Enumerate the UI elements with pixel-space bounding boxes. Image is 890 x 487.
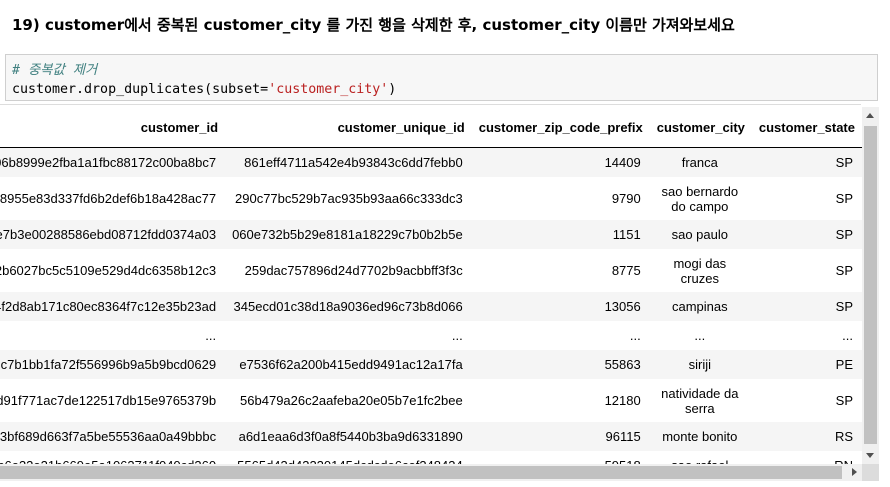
cell-customer-unique-id: ... [451, 328, 463, 343]
cell-zip: 8775 [611, 263, 641, 278]
scroll-right-arrow-icon[interactable] [852, 468, 857, 476]
cell-zip: 1151 [612, 227, 641, 242]
cell-city: monte bonito [662, 429, 738, 444]
cell-state: ... [842, 328, 853, 343]
table-row: 4e7b3e00288586ebd08712fdd0374a03 060e732… [0, 220, 862, 249]
cell-customer-unique-id: 345ecd01c38d18a9036ed96c73b8d066 [233, 299, 463, 314]
cell-city: siriji [688, 357, 711, 372]
cell-customer-id: 4f2d8ab171c80ec8364f7c12e35b23ad [0, 299, 217, 314]
header-customer-id: customer_id [0, 107, 226, 148]
cell-state: RS [834, 429, 853, 444]
cell-city: campinas [671, 299, 728, 314]
cell-customer-id: ... [205, 328, 217, 343]
table-row: d91f771ac7de122517db15e9765379b 56b479a2… [0, 379, 862, 422]
cell-city: sao rafael [650, 451, 752, 464]
cell-customer-unique-id: 5565d43d43220145dcdcde6cef348434 [225, 451, 472, 464]
cell-zip: 96115 [605, 429, 641, 444]
header-customer-zip-code-prefix: customer_zip_code_prefix [471, 107, 650, 148]
cell-zip: 12180 [604, 393, 641, 408]
code-string-arg: 'customer_city' [268, 82, 389, 97]
table-row: 18955e83d337fd6b2def6b18a428ac77 290c77b… [0, 177, 862, 220]
header-customer-state: customer_state [751, 107, 862, 148]
cell-city: sao bernardo do campo [661, 183, 739, 214]
cell-zip: 9790 [611, 191, 641, 206]
dataframe-table: customer_id customer_unique_id customer_… [0, 107, 862, 464]
header-customer-unique-id: customer_unique_id [225, 107, 472, 148]
table-row: a3bf689d663f7a5be55536aa0a49bbbc a6d1eaa… [0, 422, 862, 451]
cell-city: natividade da serra [661, 385, 739, 416]
table-row: ab6e32e21b669e5a1063711f040cd360 5565d43… [0, 451, 862, 464]
cell-customer-id: 18955e83d337fd6b2def6b18a428ac77 [0, 191, 217, 206]
code-comment: # 중복값 제거 [12, 63, 98, 78]
cell-state: SP [835, 191, 853, 206]
code-cell[interactable]: # 중복값 제거 customer.drop_duplicates(subset… [5, 54, 878, 101]
table-row: 8c7b1bb1fa72f556996b9a5b9bcd0629 e7536f6… [0, 350, 862, 379]
cell-customer-id: 8c7b1bb1fa72f556996b9a5b9bcd0629 [0, 357, 217, 372]
scroll-down-arrow-icon[interactable] [866, 453, 874, 458]
cell-customer-unique-id: 290c77bc529b7ac935b93aa66c333dc3 [235, 191, 463, 206]
cell-customer-unique-id: 56b479a26c2aafeba20e05b7e1fc2bee [240, 393, 463, 408]
code-line: customer.drop_duplicates(subset='custome… [12, 80, 877, 99]
cell-state: RN [752, 451, 862, 464]
cell-zip: 13056 [604, 299, 641, 314]
cell-city: franca [681, 155, 718, 170]
cell-customer-id: a3bf689d663f7a5be55536aa0a49bbbc [0, 429, 217, 444]
output-area: customer_id customer_unique_id customer_… [0, 107, 862, 464]
cell-city: ... [694, 328, 706, 343]
cell-zip: 14409 [604, 155, 641, 170]
horizontal-scrollbar[interactable] [0, 464, 862, 481]
table-row: 06b8999e2fba1a1fbc88172c00ba8bc7 861eff4… [0, 147, 862, 177]
table-row: b2b6027bc5c5109e529d4dc6358b12c3 259dac7… [0, 249, 862, 292]
cell-state: SP [835, 299, 853, 314]
cell-state: SP [835, 227, 853, 242]
header-customer-city: customer_city [649, 107, 752, 148]
cell-state: PE [835, 357, 853, 372]
cell-customer-unique-id: 259dac757896d24d7702b9acbbff3f3c [244, 263, 463, 278]
cell-customer-unique-id: 060e732b5b29e8181a18229c7b0b2b5e [232, 227, 463, 242]
code-call: customer.drop_duplicates(subset= [12, 82, 269, 97]
code-close-paren: ) [388, 82, 397, 97]
horizontal-scroll-thumb[interactable] [0, 466, 842, 479]
cell-city: sao paulo [671, 227, 728, 242]
vertical-scrollbar[interactable] [862, 107, 879, 464]
cell-zip: 59518 [472, 451, 650, 464]
scrollbar-corner [862, 464, 879, 481]
table-header-row: customer_id customer_unique_id customer_… [0, 107, 862, 148]
cell-customer-unique-id: a6d1eaa6d3f0a8f5440b3ba9d6331890 [238, 429, 463, 444]
output-divider [0, 104, 861, 105]
cell-customer-id: 06b8999e2fba1a1fbc88172c00ba8bc7 [0, 155, 217, 170]
question-heading: 19) customer에서 중복된 customer_city 를 가진 행을… [12, 16, 735, 34]
cell-customer-id: ab6e32e21b669e5a1063711f040cd360 [0, 451, 225, 464]
cell-customer-id: b2b6027bc5c5109e529d4dc6358b12c3 [0, 263, 217, 278]
cell-customer-id: d91f771ac7de122517db15e9765379b [0, 393, 217, 408]
vertical-scroll-thumb[interactable] [864, 126, 877, 444]
cell-zip: ... [629, 328, 641, 343]
cell-customer-id: 4e7b3e00288586ebd08712fdd0374a03 [0, 227, 217, 242]
cell-state: SP [835, 263, 853, 278]
cell-state: SP [835, 393, 853, 408]
table-row-ellipsis: ... ... ... ... ... [0, 321, 862, 350]
scroll-up-arrow-icon[interactable] [866, 113, 874, 118]
table-row: 4f2d8ab171c80ec8364f7c12e35b23ad 345ecd0… [0, 292, 862, 321]
cell-zip: 55863 [604, 357, 641, 372]
cell-customer-unique-id: e7536f62a200b415edd9491ac12a17fa [239, 357, 463, 372]
cell-city: mogi das cruzes [673, 255, 727, 286]
cell-customer-unique-id: 861eff4711a542e4b93843c6dd7febb0 [244, 155, 463, 170]
cell-state: SP [835, 155, 853, 170]
